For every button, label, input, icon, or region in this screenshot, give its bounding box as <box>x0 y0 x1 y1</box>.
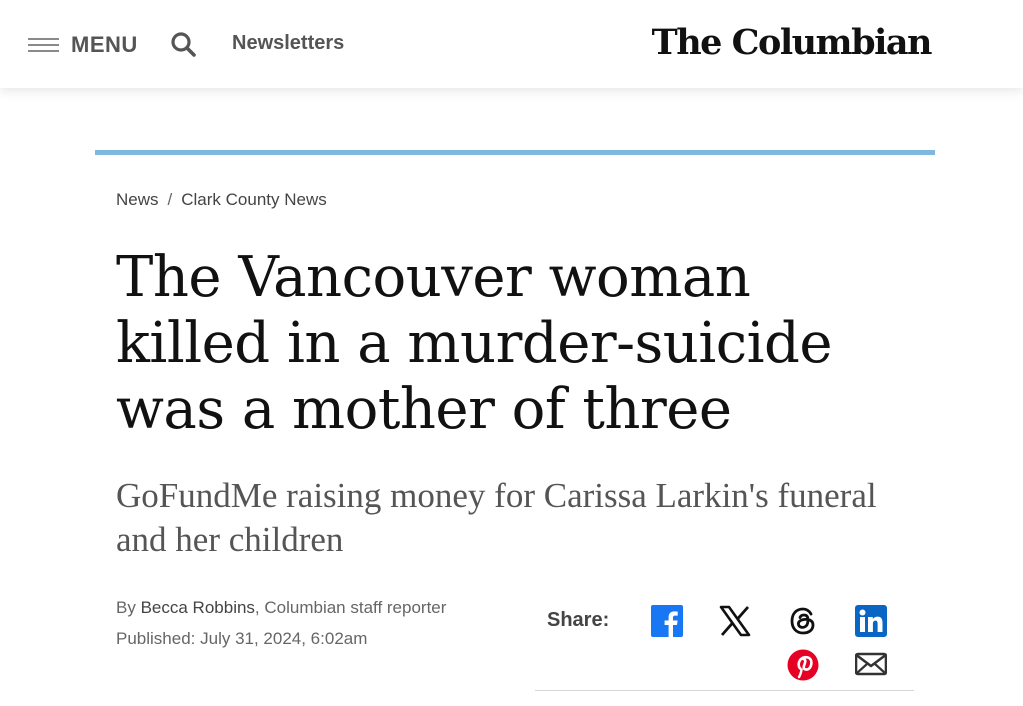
breadcrumb-separator: / <box>167 190 173 209</box>
author-role: , Columbian staff reporter <box>254 598 447 617</box>
share-label: Share: <box>547 609 610 631</box>
hamburger-icon <box>28 37 59 53</box>
menu-button[interactable]: MENU <box>28 32 138 58</box>
share-divider <box>535 690 914 691</box>
x-icon[interactable] <box>719 605 751 637</box>
section-rule <box>95 150 935 155</box>
byline-prefix: By <box>116 598 136 617</box>
pinterest-icon[interactable] <box>787 649 819 681</box>
search-icon[interactable] <box>170 31 198 59</box>
facebook-icon[interactable] <box>651 605 683 637</box>
byline: By Becca Robbins, Columbian staff report… <box>116 598 446 618</box>
site-logo[interactable]: The Columbian <box>652 22 933 63</box>
article-subheadline: GoFundMe raising money for Carissa Larki… <box>116 476 877 559</box>
published-date: Published: July 31, 2024, 6:02am <box>116 629 368 648</box>
breadcrumb-news[interactable]: News <box>116 190 159 209</box>
breadcrumb-clark-county-news[interactable]: Clark County News <box>181 190 327 209</box>
email-icon[interactable] <box>854 651 888 677</box>
site-header: MENU Newsletters The Columbian <box>0 0 1023 88</box>
author-link[interactable]: Becca Robbins <box>141 598 255 617</box>
linkedin-icon[interactable] <box>855 605 887 637</box>
article-headline: The Vancouver woman killed in a murder-s… <box>116 245 833 442</box>
menu-label: MENU <box>71 32 138 57</box>
breadcrumb: News / Clark County News <box>116 190 327 210</box>
newsletters-link[interactable]: Newsletters <box>232 32 344 55</box>
threads-icon[interactable] <box>787 605 819 637</box>
